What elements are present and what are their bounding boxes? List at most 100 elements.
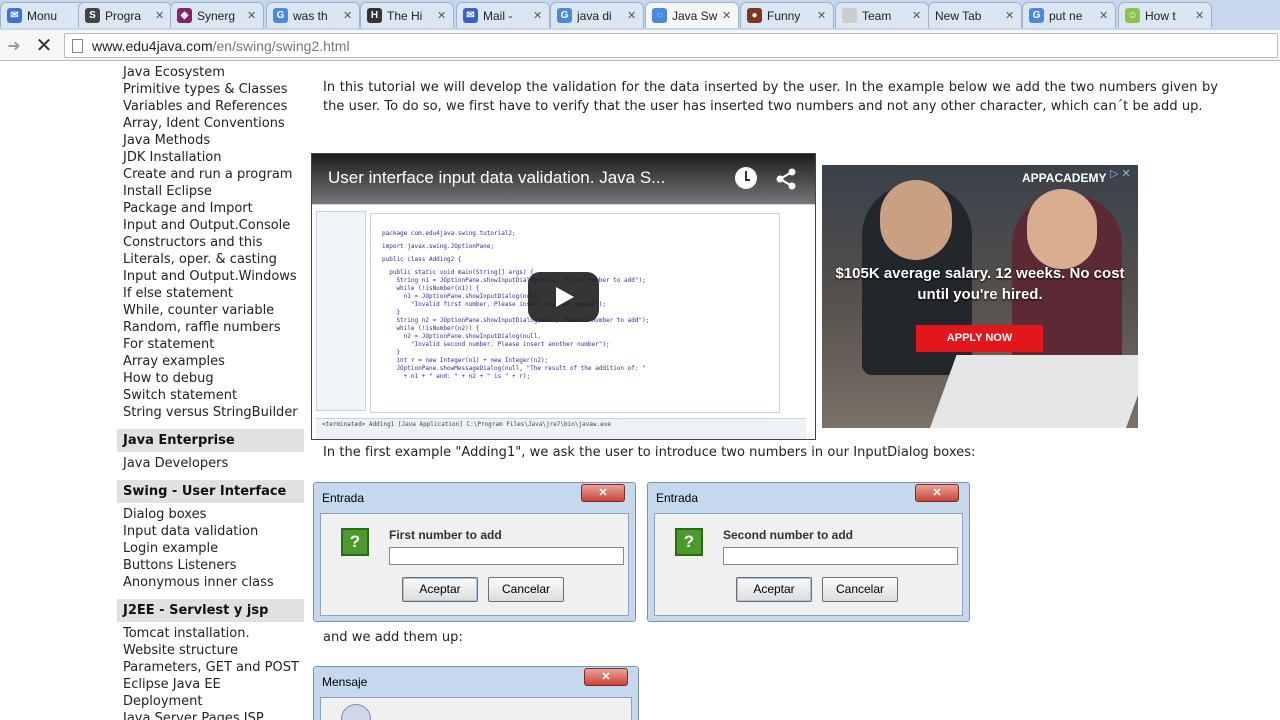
tab-title: Progra — [105, 8, 142, 23]
close-icon[interactable]: ✕ — [581, 484, 625, 502]
sidebar-link[interactable]: Java Developers — [117, 455, 307, 472]
play-button-icon[interactable] — [528, 272, 599, 322]
sidebar-link[interactable]: Parameters, GET and POST — [117, 659, 307, 676]
tab-favicon-icon: ☺ — [1125, 8, 1140, 23]
tab-close-icon[interactable]: ✕ — [722, 9, 732, 22]
tab-close-icon[interactable]: ✕ — [1195, 9, 1205, 22]
tab-favicon-icon: H — [367, 8, 382, 23]
code-line: JOptionPane.showMessageDialog(null, "The… — [382, 365, 646, 372]
sidebar-link[interactable]: Deployment — [117, 693, 307, 710]
sidebar-link[interactable]: Input and Output.Windows — [117, 268, 307, 285]
sidebar-link[interactable]: How to debug — [117, 370, 307, 387]
tab-close-icon[interactable]: ✕ — [437, 9, 447, 22]
tab-title: How t — [1145, 8, 1176, 23]
tab-close-icon[interactable]: ✕ — [912, 9, 922, 22]
dialog-title: Entrada — [656, 491, 699, 505]
code-line: } — [382, 309, 401, 316]
sidebar-link[interactable]: Tomcat installation. — [117, 625, 307, 642]
sidebar-link[interactable]: Input data validation — [117, 523, 307, 540]
stop-loading-icon[interactable]: ✕ — [34, 35, 54, 55]
sidebar-link[interactable]: Login example — [117, 540, 307, 557]
tab-close-icon[interactable]: ✕ — [533, 9, 543, 22]
sidebar-link[interactable]: Create and run a program — [117, 166, 307, 183]
dialog-title: Mensaje — [322, 675, 368, 689]
video-title[interactable]: User interface input data validation. Ja… — [328, 168, 665, 188]
close-icon[interactable]: ✕ — [915, 484, 959, 502]
forward-arrow-icon[interactable]: ➜ — [4, 36, 24, 56]
tab-close-icon[interactable]: ✕ — [1099, 9, 1109, 22]
dialog-prompt: Second number to add — [723, 528, 854, 542]
aceptar-button[interactable]: Aceptar — [402, 577, 478, 602]
tab-close-icon[interactable]: ✕ — [343, 9, 353, 22]
sidebar-link[interactable]: Dialog boxes — [117, 506, 307, 523]
browser-tab[interactable]: ◌ Java Sw ✕ — [645, 2, 739, 28]
adchoices-icon[interactable]: ▷ ✕ — [1110, 167, 1136, 181]
browser-tab[interactable]: ☺ How t ✕ — [1118, 2, 1212, 28]
sidebar-section-heading: Swing - User Interface — [117, 480, 304, 503]
tab-favicon-icon: ✉ — [7, 8, 22, 23]
browser-tab[interactable]: ◆ Synerg ✕ — [170, 2, 264, 28]
tab-close-icon[interactable]: ✕ — [817, 9, 827, 22]
web-page: Java Ecosystem Primitive types & Classes V… — [0, 62, 1280, 720]
url-host: www.edu4java.com — [92, 38, 213, 54]
sidebar-link[interactable]: Website structure — [117, 642, 307, 659]
tab-close-icon[interactable]: ✕ — [155, 9, 165, 22]
sidebar-link[interactable]: For statement — [117, 336, 307, 353]
aceptar-button[interactable]: Aceptar — [736, 577, 812, 602]
browser-tab[interactable]: Gwas th ✕ — [266, 2, 360, 28]
intro-paragraph: In this tutorial we will develop the val… — [323, 80, 1218, 114]
browser-tab[interactable]: New Tab ✕ — [928, 2, 1022, 28]
tab-favicon-icon: ◆ — [177, 8, 192, 23]
code-line: String n1 = JOptionPane.showInputDialog(… — [382, 277, 646, 284]
share-icon[interactable] — [774, 167, 798, 191]
sidebar-link[interactable]: Array, Ident Conventions — [117, 115, 307, 132]
advertisement-banner[interactable]: APPACADEMY ▷ ✕ $105K average salary. 12 … — [822, 165, 1138, 428]
tab-close-icon[interactable]: ✕ — [247, 9, 257, 22]
close-icon[interactable]: ✕ — [584, 668, 628, 686]
browser-tab[interactable]: Gjava di ✕ — [550, 2, 644, 28]
sidebar-link[interactable]: Literals, oper. & casting — [117, 251, 307, 268]
browser-tab[interactable]: H The Hi ✕ — [360, 2, 454, 28]
youtube-video-embed[interactable]: package com.edu4java.swing.tutorial2; imp… — [311, 153, 816, 440]
sidebar-link[interactable]: Array examples — [117, 353, 307, 370]
tab-close-icon[interactable]: ✕ — [1005, 9, 1015, 22]
page-icon — [72, 39, 83, 53]
tab-favicon-icon: G — [557, 8, 572, 23]
sidebar-link[interactable]: If else statement — [117, 285, 307, 302]
tab-title: Funny — [767, 8, 801, 23]
browser-tab[interactable]: ● Funny ✕ — [740, 2, 834, 28]
tab-close-icon[interactable]: ✕ — [627, 9, 637, 22]
apply-now-button[interactable]: APPLY NOW — [916, 325, 1043, 352]
address-bar[interactable]: www.edu4java.com/en/swing/swing2.html — [64, 33, 1278, 58]
sidebar-link[interactable]: Random, raffle numbers — [117, 319, 307, 336]
number-input[interactable] — [389, 547, 624, 565]
sidebar-link[interactable]: JDK Installation — [117, 149, 307, 166]
sidebar-section-heading: Java Enterprise — [117, 429, 304, 452]
watch-later-icon[interactable] — [735, 167, 757, 189]
cancelar-button[interactable]: Cancelar — [488, 577, 564, 602]
sidebar-link[interactable]: String versus StringBuilder — [117, 404, 307, 421]
cancelar-button[interactable]: Cancelar — [822, 577, 898, 602]
sidebar-link[interactable]: Primitive types & Classes — [117, 81, 307, 98]
sidebar-link[interactable]: Java Server Pages JSP — [117, 710, 307, 720]
number-input[interactable] — [723, 547, 958, 565]
sidebar-link[interactable]: While, counter variable — [117, 302, 307, 319]
sidebar-link[interactable]: Input and Output.Console — [117, 217, 307, 234]
sidebar-link[interactable]: Package and Import — [117, 200, 307, 217]
sidebar-link[interactable]: Eclipse Java EE — [117, 676, 307, 693]
url-text[interactable]: www.edu4java.com/en/swing/swing2.html — [92, 38, 350, 54]
tab-title: java di — [577, 8, 612, 23]
browser-tab[interactable]: ✉ Mail - ✕ — [456, 2, 550, 28]
sidebar-link[interactable]: Anonymous inner class — [117, 574, 307, 591]
browser-tab[interactable]: S Progra ✕ — [78, 2, 172, 28]
sidebar-link[interactable]: Install Eclipse — [117, 183, 307, 200]
sidebar-link[interactable]: Java Ecosystem — [117, 64, 307, 81]
sidebar-link[interactable]: Switch statement — [117, 387, 307, 404]
sidebar-link[interactable]: Variables and References — [117, 98, 307, 115]
browser-tab[interactable]: Team ✕ — [835, 2, 929, 28]
question-icon: ? — [341, 528, 369, 556]
browser-tab[interactable]: Gput ne ✕ — [1022, 2, 1116, 28]
sidebar-link[interactable]: Buttons Listeners — [117, 557, 307, 574]
sidebar-link[interactable]: Constructors and this — [117, 234, 307, 251]
sidebar-link[interactable]: Java Methods — [117, 132, 307, 149]
